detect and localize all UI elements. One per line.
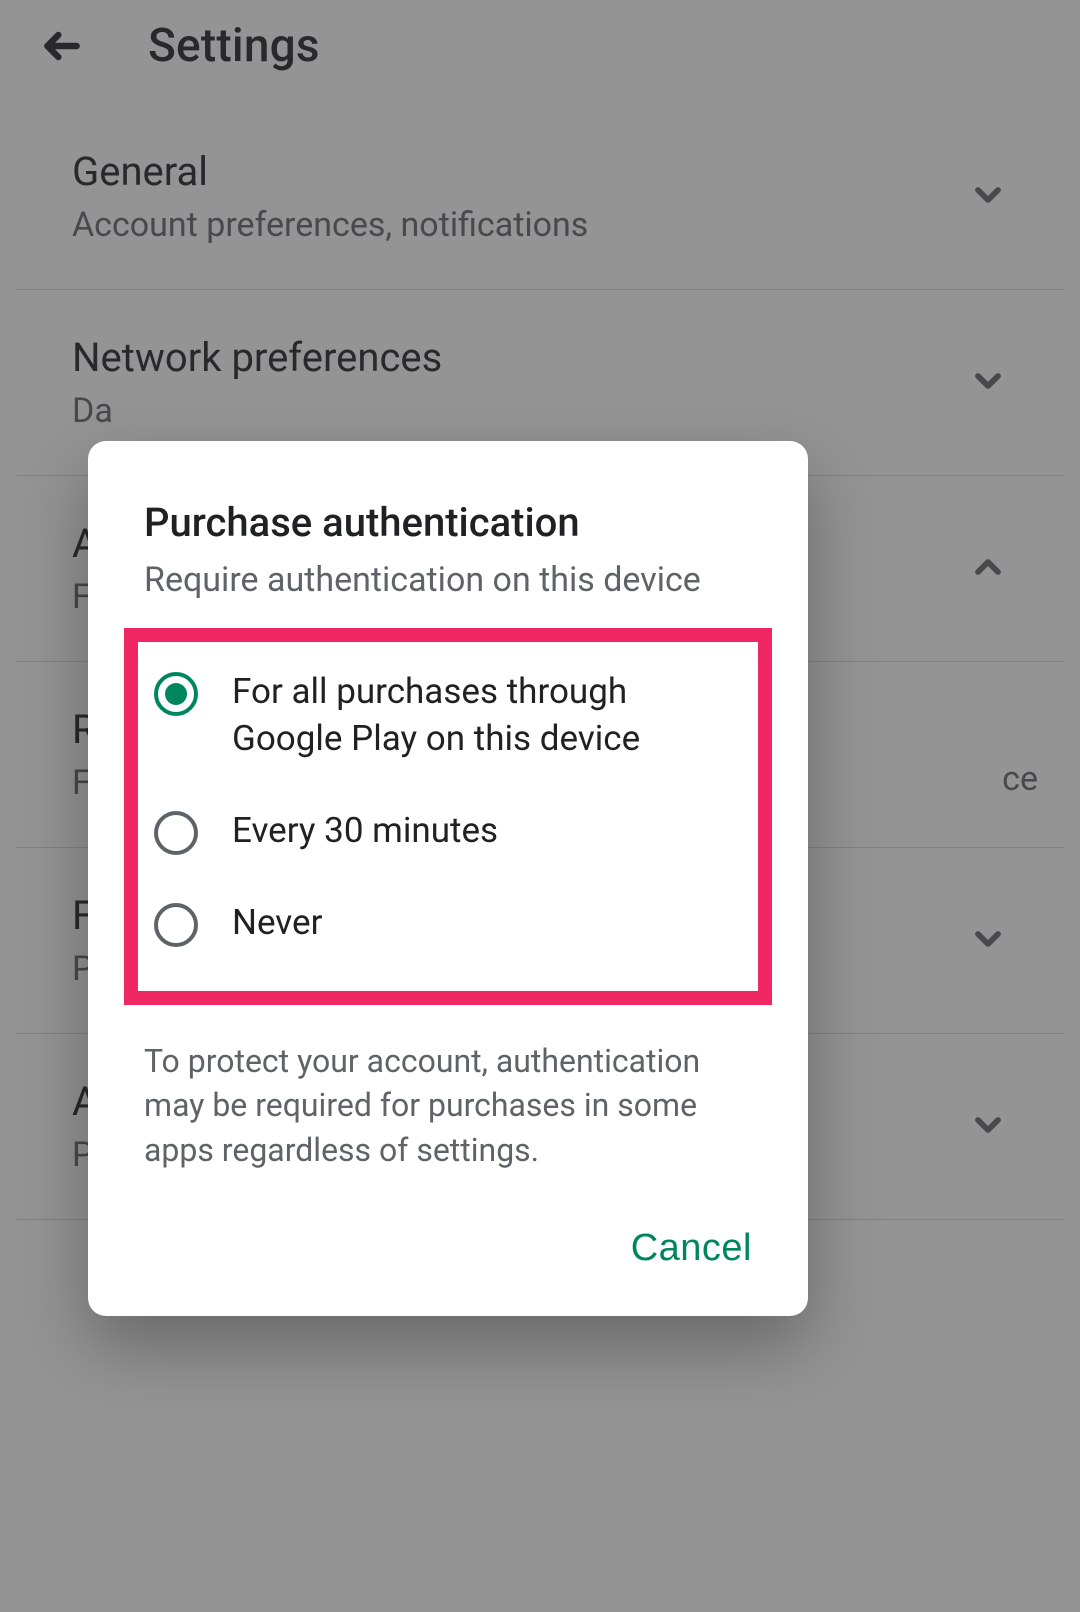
radio-label: For all purchases through Google Play on… [232,668,742,763]
radio-icon [154,672,198,716]
cancel-button[interactable]: Cancel [631,1227,752,1270]
options-highlight: For all purchases through Google Play on… [124,628,772,1005]
dialog-subtitle: Require authentication on this device [88,546,808,628]
purchase-authentication-dialog: Purchase authentication Require authenti… [88,441,808,1316]
dialog-actions: Cancel [88,1193,808,1280]
radio-label: Never [232,899,322,946]
radio-option-all-purchases[interactable]: For all purchases through Google Play on… [150,646,746,785]
dialog-title: Purchase authentication [88,499,808,546]
radio-label: Every 30 minutes [232,807,498,854]
radio-option-30min[interactable]: Every 30 minutes [150,785,746,877]
dialog-note: To protect your account, authentication … [88,1005,808,1193]
radio-icon [154,811,198,855]
radio-icon [154,903,198,947]
radio-option-never[interactable]: Never [150,877,746,969]
